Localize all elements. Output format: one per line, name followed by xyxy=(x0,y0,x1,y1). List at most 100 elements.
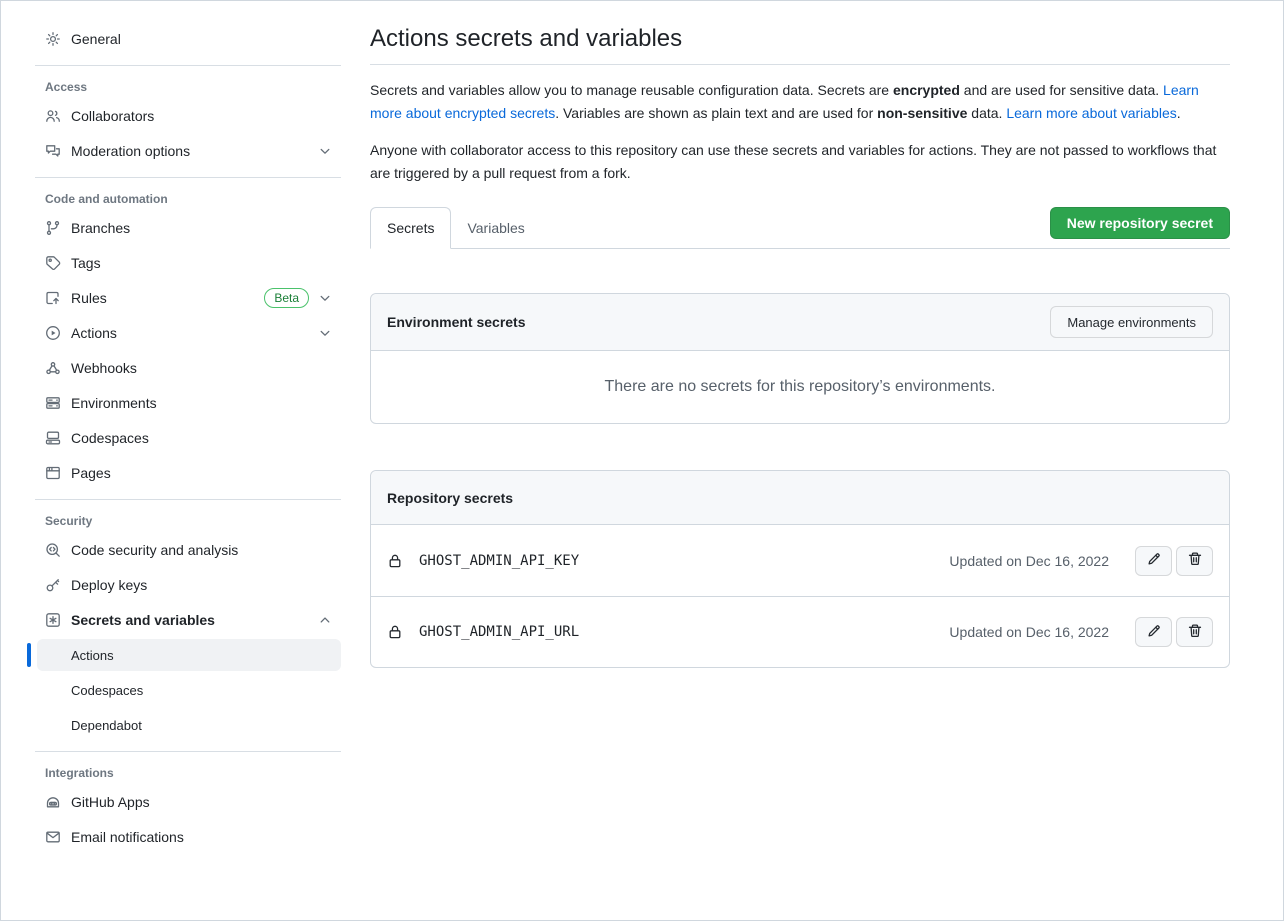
pencil-icon xyxy=(1146,623,1162,642)
sidebar-item-label: Deploy keys xyxy=(71,577,333,593)
chevron-down-icon xyxy=(317,290,333,306)
environment-secrets-panel: Environment secrets Manage environments … xyxy=(370,293,1230,424)
intro-bold-non-sensitive: non-sensitive xyxy=(877,105,967,121)
play-circle-icon xyxy=(45,325,61,341)
sidebar-item-tags[interactable]: Tags xyxy=(37,247,341,279)
codespaces-icon xyxy=(45,430,61,446)
learn-more-variables-link[interactable]: Learn more about variables xyxy=(1006,105,1176,121)
sidebar-item-collaborators[interactable]: Collaborators xyxy=(37,100,341,132)
chevron-down-icon xyxy=(317,325,333,341)
intro-text-part: Secrets and variables allow you to manag… xyxy=(370,82,893,98)
sidebar-item-label: Pages xyxy=(71,465,333,481)
browser-icon xyxy=(45,465,61,481)
intro-text-part: data. xyxy=(967,105,1006,121)
git-branch-icon xyxy=(45,220,61,236)
gear-icon xyxy=(45,31,61,47)
repository-secrets-panel: Repository secrets GHOST_ADMIN_API_KEY U… xyxy=(370,470,1230,668)
rules-icon xyxy=(45,290,61,306)
key-icon xyxy=(45,577,61,593)
sidebar-subitem-actions[interactable]: Actions xyxy=(37,639,341,671)
webhook-icon xyxy=(45,360,61,376)
sidebar-item-email-notifications[interactable]: Email notifications xyxy=(37,821,341,853)
sidebar-item-secrets-and-variables[interactable]: Secrets and variables xyxy=(37,604,341,636)
sidebar-divider xyxy=(35,499,341,500)
edit-secret-button[interactable] xyxy=(1135,546,1172,576)
sidebar-item-label: Email notifications xyxy=(71,829,333,845)
sidebar-item-label: Moderation options xyxy=(71,143,309,159)
sidebar-item-branches[interactable]: Branches xyxy=(37,212,341,244)
intro-text-part: and are used for sensitive data. xyxy=(960,82,1163,98)
delete-secret-button[interactable] xyxy=(1176,546,1213,576)
server-icon xyxy=(45,395,61,411)
intro-bold-encrypted: encrypted xyxy=(893,82,960,98)
codescan-icon xyxy=(45,542,61,558)
sidebar-item-webhooks[interactable]: Webhooks xyxy=(37,352,341,384)
sidebar-item-rules[interactable]: Rules Beta xyxy=(37,282,341,314)
sidebar-item-label: Collaborators xyxy=(71,108,333,124)
sidebar-item-code-security[interactable]: Code security and analysis xyxy=(37,534,341,566)
sidebar-item-moderation-options[interactable]: Moderation options xyxy=(37,135,341,167)
sidebar-item-deploy-keys[interactable]: Deploy keys xyxy=(37,569,341,601)
manage-environments-button[interactable]: Manage environments xyxy=(1050,306,1213,338)
sidebar-item-environments[interactable]: Environments xyxy=(37,387,341,419)
secret-name: GHOST_ADMIN_API_KEY xyxy=(419,553,949,569)
mail-icon xyxy=(45,829,61,845)
sidebar-item-label: GitHub Apps xyxy=(71,794,333,810)
repository-secrets-title: Repository secrets xyxy=(387,490,513,506)
sidebar-divider xyxy=(35,751,341,752)
hubot-icon xyxy=(45,794,61,810)
environment-secrets-title: Environment secrets xyxy=(387,314,526,330)
new-repository-secret-button[interactable]: New repository secret xyxy=(1050,207,1230,239)
sidebar-item-label: Webhooks xyxy=(71,360,333,376)
sidebar-item-label: Rules xyxy=(71,290,256,306)
sidebar-subitem-label: Codespaces xyxy=(71,683,143,698)
sidebar-item-pages[interactable]: Pages xyxy=(37,457,341,489)
repository-secrets-header: Repository secrets xyxy=(371,471,1229,525)
sidebar-subitem-codespaces[interactable]: Codespaces xyxy=(37,674,341,706)
sidebar-item-label: Branches xyxy=(71,220,333,236)
lock-icon xyxy=(387,553,403,569)
sidebar-item-github-apps[interactable]: GitHub Apps xyxy=(37,786,341,818)
sidebar-item-general[interactable]: General xyxy=(37,23,341,55)
page-title: Actions secrets and variables xyxy=(370,23,1230,54)
delete-secret-button[interactable] xyxy=(1176,617,1213,647)
main-content: Actions secrets and variables Secrets an… xyxy=(353,1,1283,920)
sidebar-subitem-label: Actions xyxy=(71,648,114,663)
sidebar-section-integrations: Integrations xyxy=(37,760,341,786)
sidebar-item-label: Tags xyxy=(71,255,333,271)
secrets-variables-tabnav: Secrets Variables New repository secret xyxy=(370,207,1230,249)
sidebar-item-label: Secrets and variables xyxy=(71,612,309,628)
intro-paragraph-1: Secrets and variables allow you to manag… xyxy=(370,79,1230,125)
comment-discussion-icon xyxy=(45,143,61,159)
sidebar-item-label: Environments xyxy=(71,395,333,411)
sidebar-item-codespaces[interactable]: Codespaces xyxy=(37,422,341,454)
secret-updated-date: Updated on Dec 16, 2022 xyxy=(949,553,1109,569)
pencil-icon xyxy=(1146,551,1162,570)
sidebar-section-code-automation: Code and automation xyxy=(37,186,341,212)
sidebar-item-label: Code security and analysis xyxy=(71,542,333,558)
chevron-down-icon xyxy=(317,143,333,159)
beta-badge: Beta xyxy=(264,288,309,308)
intro-text-part: . Variables are shown as plain text and … xyxy=(555,105,877,121)
chevron-up-icon xyxy=(317,612,333,628)
sidebar-item-label: General xyxy=(71,31,333,47)
sidebar-item-label: Codespaces xyxy=(71,430,333,446)
tab-secrets[interactable]: Secrets xyxy=(370,207,451,249)
secret-row: GHOST_ADMIN_API_KEY Updated on Dec 16, 2… xyxy=(371,525,1229,596)
asterisk-box-icon xyxy=(45,612,61,628)
sidebar-section-security: Security xyxy=(37,508,341,534)
sidebar-section-access: Access xyxy=(37,74,341,100)
tab-variables[interactable]: Variables xyxy=(451,208,540,248)
sidebar-subitem-label: Dependabot xyxy=(71,718,142,733)
environment-secrets-empty-message: There are no secrets for this repository… xyxy=(371,351,1229,423)
sidebar-subitem-dependabot[interactable]: Dependabot xyxy=(37,709,341,741)
sidebar-item-label: Actions xyxy=(71,325,309,341)
intro-paragraph-2: Anyone with collaborator access to this … xyxy=(370,139,1230,185)
sidebar-item-actions[interactable]: Actions xyxy=(37,317,341,349)
settings-page: General Access Collaborators Moderation … xyxy=(0,0,1284,921)
secret-name: GHOST_ADMIN_API_URL xyxy=(419,624,949,640)
environment-secrets-header: Environment secrets Manage environments xyxy=(371,294,1229,351)
edit-secret-button[interactable] xyxy=(1135,617,1172,647)
secret-updated-date: Updated on Dec 16, 2022 xyxy=(949,624,1109,640)
trash-icon xyxy=(1187,551,1203,570)
